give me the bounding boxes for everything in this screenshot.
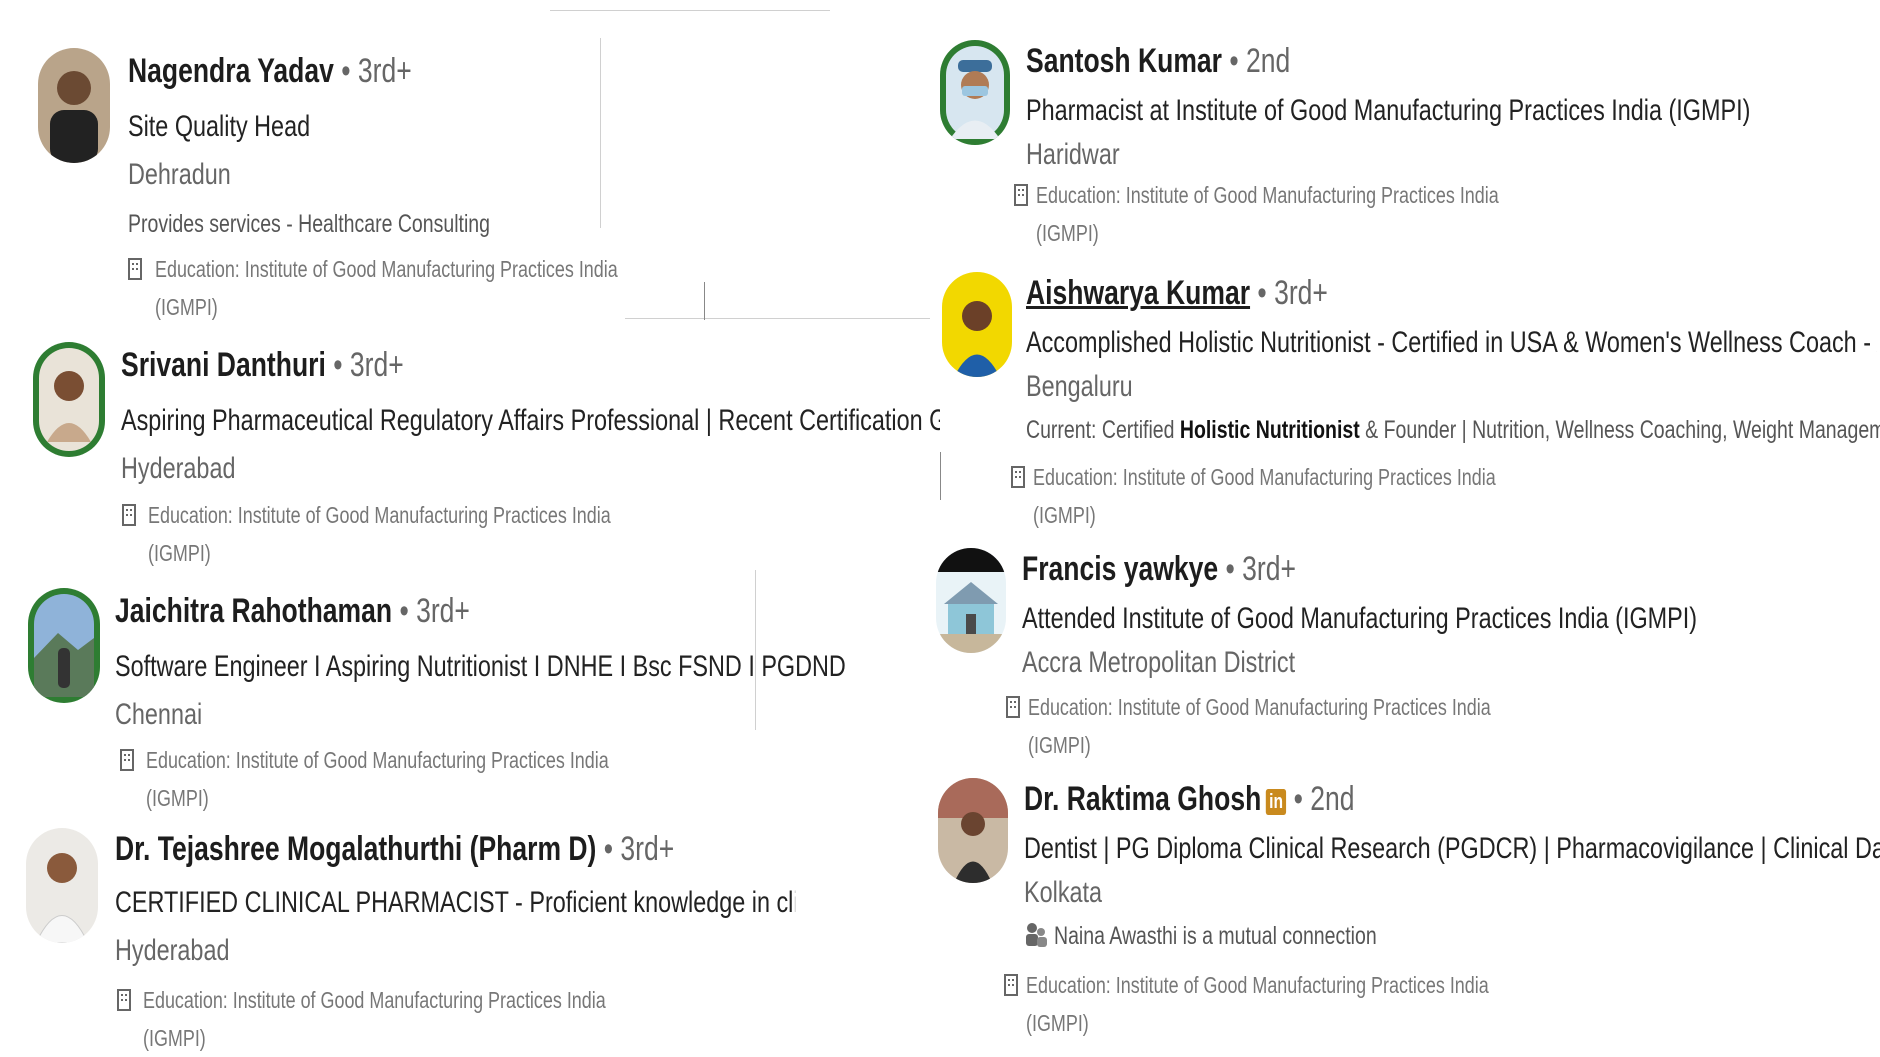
building-icon	[1011, 466, 1025, 488]
profile-location: Hyderabad	[115, 934, 230, 967]
education-line-2: (IGMPI)	[1033, 502, 1096, 528]
profile-name-link[interactable]: Santosh Kumar	[1026, 42, 1222, 80]
profile-headline: Site Quality Head	[128, 110, 311, 143]
mutual-connection-text[interactable]: Naina Awasthi is a mutual connection	[1054, 922, 1377, 951]
profile-name-link[interactable]: Nagendra Yadav	[128, 52, 334, 90]
education-line-2: (IGMPI)	[143, 1025, 206, 1051]
degree-separator: •	[1257, 274, 1267, 312]
connection-degree: 3rd+	[357, 52, 412, 90]
education-text: Education: Institute of Good Manufacturi…	[1036, 176, 1499, 252]
connection-degree: 3rd+	[1242, 550, 1296, 588]
education-text: Education: Institute of Good Manufacturi…	[148, 496, 611, 572]
degree-separator: •	[1225, 550, 1235, 588]
building-icon	[120, 749, 134, 771]
connection-degree: 2nd	[1310, 780, 1355, 818]
profile-location: Kolkata	[1024, 876, 1103, 909]
education-line-2: (IGMPI)	[148, 540, 211, 566]
education-text: Education: Institute of Good Manufacturi…	[1028, 688, 1491, 764]
current-prefix: Current: Certified	[1026, 416, 1180, 444]
avatar[interactable]	[38, 48, 110, 163]
profile-name-link[interactable]: Jaichitra Rahothaman	[115, 592, 392, 630]
degree-separator: •	[333, 346, 343, 384]
connection-degree: 3rd+	[1274, 274, 1328, 312]
education-text: Education: Institute of Good Manufacturi…	[143, 981, 606, 1057]
mutual-connection-icon	[1026, 923, 1047, 947]
person-photo-icon	[38, 48, 110, 163]
avatar[interactable]	[942, 272, 1012, 377]
education-line-1: Education: Institute of Good Manufacturi…	[143, 987, 606, 1013]
degree-separator: •	[399, 592, 409, 630]
education-line-2: (IGMPI)	[155, 294, 218, 320]
profile-name-link[interactable]: Aishwarya Kumar	[1026, 274, 1250, 312]
profile-headline: Dentist | PG Diploma Clinical Research (…	[1024, 832, 1880, 865]
building-icon	[128, 258, 142, 280]
education-line-1: Education: Institute of Good Manufacturi…	[148, 502, 611, 528]
connection-degree: 3rd+	[349, 346, 404, 384]
profile-headline: Accomplished Holistic Nutritionist - Cer…	[1026, 326, 1876, 359]
current-suffix: & Founder | Nutrition, Wellness Coaching…	[1359, 416, 1880, 444]
education-line-2: (IGMPI)	[1036, 220, 1099, 246]
education-line-1: Education: Institute of Good Manufacturi…	[146, 747, 609, 773]
avatar[interactable]	[936, 548, 1006, 653]
degree-separator: •	[603, 830, 614, 868]
building-icon	[1004, 974, 1018, 996]
person-photo-icon	[942, 272, 1012, 377]
connection-degree: 2nd	[1246, 42, 1291, 80]
person-photo-icon	[940, 40, 1010, 145]
house-photo-icon	[936, 548, 1006, 653]
education-text: Education: Institute of Good Manufacturi…	[155, 250, 618, 326]
profile-location: Bengaluru	[1026, 370, 1133, 403]
building-icon	[1014, 184, 1028, 206]
connection-degree: 3rd+	[416, 592, 470, 630]
profile-location: Hyderabad	[121, 452, 236, 485]
education-line-2: (IGMPI)	[1028, 732, 1091, 758]
profile-headline: Software Engineer I Aspiring Nutritionis…	[115, 650, 846, 683]
profile-headline: Aspiring Pharmaceutical Regulatory Affai…	[121, 404, 940, 437]
degree-separator: •	[1229, 42, 1239, 80]
avatar[interactable]	[28, 588, 100, 703]
education-line-1: Education: Institute of Good Manufacturi…	[155, 256, 618, 282]
person-photo-icon	[26, 828, 98, 943]
education-line-1: Education: Institute of Good Manufacturi…	[1028, 694, 1491, 720]
profile-headline: Pharmacist at Institute of Good Manufact…	[1026, 94, 1751, 127]
profile-name-link[interactable]: Dr. Raktima Ghosh	[1024, 780, 1261, 818]
education-line-1: Education: Institute of Good Manufacturi…	[1033, 464, 1496, 490]
education-text: Education: Institute of Good Manufacturi…	[1026, 966, 1489, 1042]
avatar[interactable]	[940, 40, 1010, 145]
profile-location: Haridwar	[1026, 138, 1120, 171]
profile-location: Chennai	[115, 698, 203, 731]
education-line-2: (IGMPI)	[1026, 1010, 1089, 1036]
avatar[interactable]	[938, 778, 1008, 883]
degree-separator: •	[341, 52, 351, 90]
profile-location: Dehradun	[128, 158, 231, 191]
profile-headline: CERTIFIED CLINICAL PHARMACIST - Proficie…	[115, 886, 795, 919]
current-position-text: Current: Certified Holistic Nutritionist…	[1026, 416, 1880, 445]
education-line-1: Education: Institute of Good Manufacturi…	[1026, 972, 1489, 998]
person-photo-icon	[33, 342, 105, 457]
provides-services-text: Provides services - Healthcare Consultin…	[128, 210, 490, 238]
person-photo-icon	[938, 778, 1008, 883]
profile-headline: Attended Institute of Good Manufacturing…	[1022, 602, 1698, 635]
education-text: Education: Institute of Good Manufacturi…	[146, 741, 609, 817]
connection-degree: 3rd+	[620, 830, 675, 868]
education-line-2: (IGMPI)	[146, 785, 209, 811]
profile-name-link[interactable]: Srivani Danthuri	[121, 346, 326, 384]
avatar[interactable]	[26, 828, 98, 943]
building-icon	[122, 504, 136, 526]
education-text: Education: Institute of Good Manufacturi…	[1033, 458, 1496, 534]
person-photo-icon	[28, 588, 100, 703]
profile-name-link[interactable]: Dr. Tejashree Mogalathurthi (Pharm D)	[115, 830, 596, 868]
linkedin-premium-icon: in	[1265, 789, 1287, 815]
profile-name-link[interactable]: Francis yawkye	[1022, 550, 1218, 588]
avatar[interactable]	[33, 342, 105, 457]
building-icon	[1006, 696, 1020, 718]
profile-location: Accra Metropolitan District	[1022, 646, 1296, 679]
building-icon	[117, 989, 131, 1011]
degree-separator: •	[1293, 780, 1303, 818]
education-line-1: Education: Institute of Good Manufacturi…	[1036, 182, 1499, 208]
current-keyword: Holistic Nutritionist	[1179, 416, 1360, 444]
